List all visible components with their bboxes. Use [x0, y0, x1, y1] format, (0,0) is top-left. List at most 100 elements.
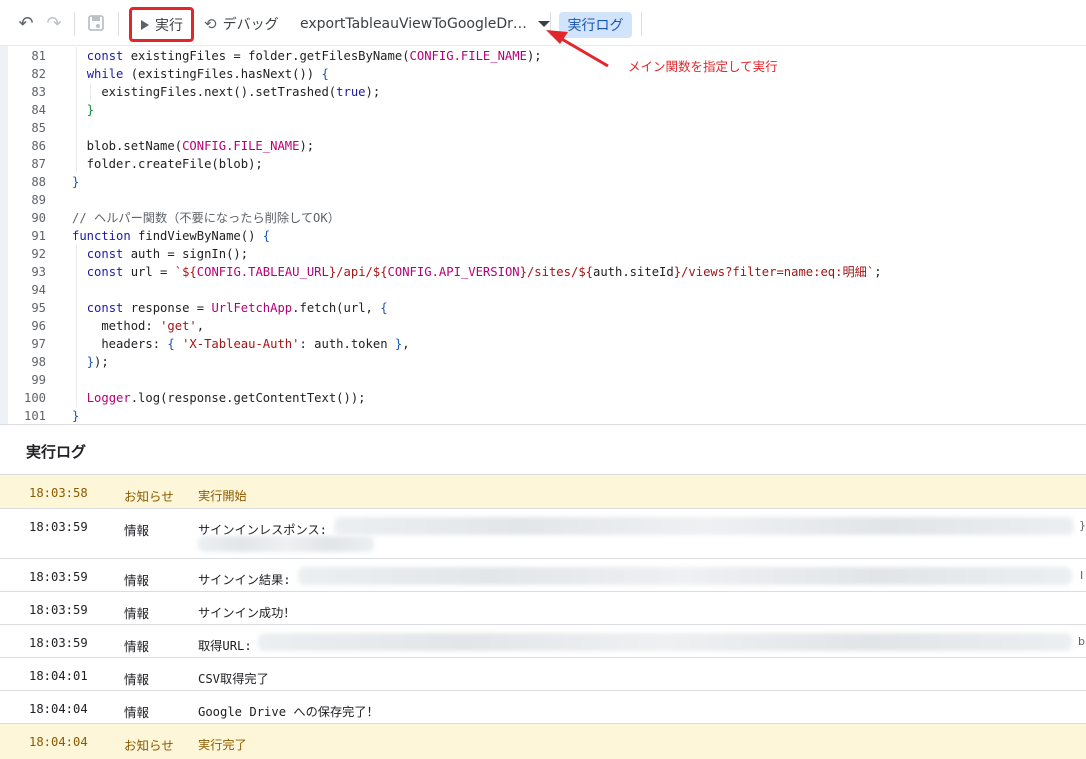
- code-line: 84 }: [0, 101, 1086, 119]
- log-level: 情報: [124, 523, 150, 538]
- execution-log-button[interactable]: 実行ログ: [559, 12, 632, 38]
- redo-icon[interactable]: ↷: [44, 14, 64, 34]
- debug-button[interactable]: ⟲ デバッグ: [204, 14, 279, 34]
- log-row: 18:03:58 お知らせ 実行開始: [0, 474, 1086, 508]
- function-name: exportTableauViewToGoogleDr…: [300, 16, 527, 32]
- save-icon[interactable]: [86, 14, 106, 34]
- code-line: 81 const existingFiles = folder.getFiles…: [0, 47, 1086, 65]
- code-line: 86 blob.setName(CONFIG.FILE_NAME);: [0, 137, 1086, 155]
- indent-guide: [90, 83, 91, 101]
- log-panel-title: 実行ログ: [26, 443, 87, 461]
- log-message: 実行完了: [198, 738, 247, 752]
- code-line: 97 headers: { 'X-Tableau-Auth': auth.tok…: [0, 335, 1086, 353]
- toolbar-divider: [550, 12, 551, 36]
- redacted-content: [298, 567, 1072, 585]
- code-line: 94: [0, 281, 1086, 299]
- log-level: お知らせ: [124, 489, 174, 504]
- log-time: 18:03:59: [29, 520, 88, 534]
- line-number: 81: [31, 49, 46, 63]
- annotation-text: メイン関数を指定して実行: [628, 59, 778, 74]
- log-row: 18:04:01 情報 CSV取得完了: [0, 657, 1086, 690]
- line-number: 101: [23, 409, 46, 423]
- code-line: 83 existingFiles.next().setTrashed(true)…: [0, 83, 1086, 101]
- function-select[interactable]: exportTableauViewToGoogleDr…: [300, 14, 550, 34]
- log-time: 18:04:01: [29, 669, 88, 683]
- code-line: 96 method: 'get',: [0, 317, 1086, 335]
- log-time: 18:04:04: [29, 702, 88, 716]
- line-number: 93: [31, 265, 46, 279]
- code-line: 90// ヘルパー関数（不要になったら削除してOK）: [0, 209, 1086, 227]
- line-number: 99: [31, 373, 46, 387]
- log-message: サインイン結果:: [198, 573, 291, 587]
- line-number: 89: [31, 193, 46, 207]
- code-line: 99: [0, 371, 1086, 389]
- redacted-content: [198, 536, 374, 552]
- debug-icon: ⟲: [204, 15, 217, 33]
- line-number: 85: [31, 121, 46, 135]
- play-icon: [141, 19, 149, 30]
- code-line: 92 const auth = signIn();: [0, 245, 1086, 263]
- code-line: 87 folder.createFile(blob);: [0, 155, 1086, 173]
- code-line: 82 while (existingFiles.hasNext()) {: [0, 65, 1086, 83]
- indent-guide: [76, 47, 77, 173]
- line-number: 95: [31, 301, 46, 315]
- line-number: 100: [23, 391, 46, 405]
- chevron-down-icon: [537, 21, 550, 27]
- run-button[interactable]: 実行: [129, 7, 194, 42]
- line-number: 94: [31, 283, 46, 297]
- log-overflow-glyph: }: [1079, 519, 1086, 532]
- line-number: 88: [31, 175, 46, 189]
- log-row: 18:03:59 情報 取得URL: b: [0, 624, 1086, 657]
- code-line: 88}: [0, 173, 1086, 191]
- line-number: 96: [31, 319, 46, 333]
- redacted-content: [258, 633, 1072, 651]
- indent-guide: [76, 245, 77, 407]
- execution-log-panel: 実行ログ 18:03:58 お知らせ 実行開始 18:03:59 情報 サインイ…: [0, 424, 1086, 759]
- toolbar-divider: [118, 12, 119, 36]
- code-line: 100 Logger.log(response.getContentText()…: [0, 389, 1086, 407]
- log-row: 18:04:04 お知らせ 実行完了: [0, 723, 1086, 759]
- toolbar-divider: [74, 12, 75, 36]
- log-row: 18:03:59 情報 サインイン成功！: [0, 591, 1086, 624]
- line-number: 98: [31, 355, 46, 369]
- code-line: 91 function findViewByName() {: [0, 227, 1086, 245]
- line-number: 97: [31, 337, 46, 351]
- log-level: 情報: [124, 672, 150, 687]
- toolbar: ↶ ↷ 実行 ⟲ デバッグ exportTableauViewToGoogleD…: [0, 0, 1086, 46]
- code-line: 93 const url = `${CONFIG.TABLEAU_URL}/ap…: [0, 263, 1086, 281]
- code-line: 101}: [0, 407, 1086, 425]
- code-line: 85: [0, 119, 1086, 137]
- log-message: 取得URL:: [198, 639, 252, 653]
- line-number: 91: [31, 229, 46, 243]
- line-number: 82: [31, 67, 46, 81]
- toolbar-divider: [641, 12, 642, 36]
- log-time: 18:03:58: [29, 486, 88, 500]
- code-line: 95 const response = UrlFetchApp.fetch(ur…: [0, 299, 1086, 317]
- code-line: 98 });: [0, 353, 1086, 371]
- line-number: 84: [31, 103, 46, 117]
- debug-label: デバッグ: [222, 17, 279, 33]
- log-overflow-glyph: I: [1080, 569, 1084, 582]
- line-number: 86: [31, 139, 46, 153]
- code-line: 89: [0, 191, 1086, 209]
- code-editor[interactable]: 81 const existingFiles = folder.getFiles…: [0, 46, 1086, 424]
- log-level: 情報: [124, 573, 150, 588]
- log-time: 18:03:59: [29, 603, 88, 617]
- log-message: サインイン成功！: [198, 606, 296, 620]
- log-message: Google Drive への保存完了！: [198, 705, 379, 719]
- log-row: 18:03:59 情報 サインインレスポンス: }: [0, 508, 1086, 558]
- log-message: 実行開始: [198, 489, 247, 503]
- redacted-content: [334, 517, 1074, 535]
- line-number: 92: [31, 247, 46, 261]
- log-level: 情報: [124, 606, 150, 621]
- line-number: 87: [31, 157, 46, 171]
- run-label: 実行: [155, 17, 183, 34]
- log-time: 18:04:04: [29, 735, 88, 749]
- log-level: お知らせ: [124, 738, 174, 753]
- log-time: 18:03:59: [29, 636, 88, 650]
- log-level: 情報: [124, 639, 150, 654]
- log-message: CSV取得完了: [198, 672, 269, 686]
- log-row: 18:04:04 情報 Google Drive への保存完了！: [0, 690, 1086, 723]
- undo-icon[interactable]: ↶: [16, 14, 36, 34]
- log-row: 18:03:59 情報 サインイン結果: I: [0, 558, 1086, 591]
